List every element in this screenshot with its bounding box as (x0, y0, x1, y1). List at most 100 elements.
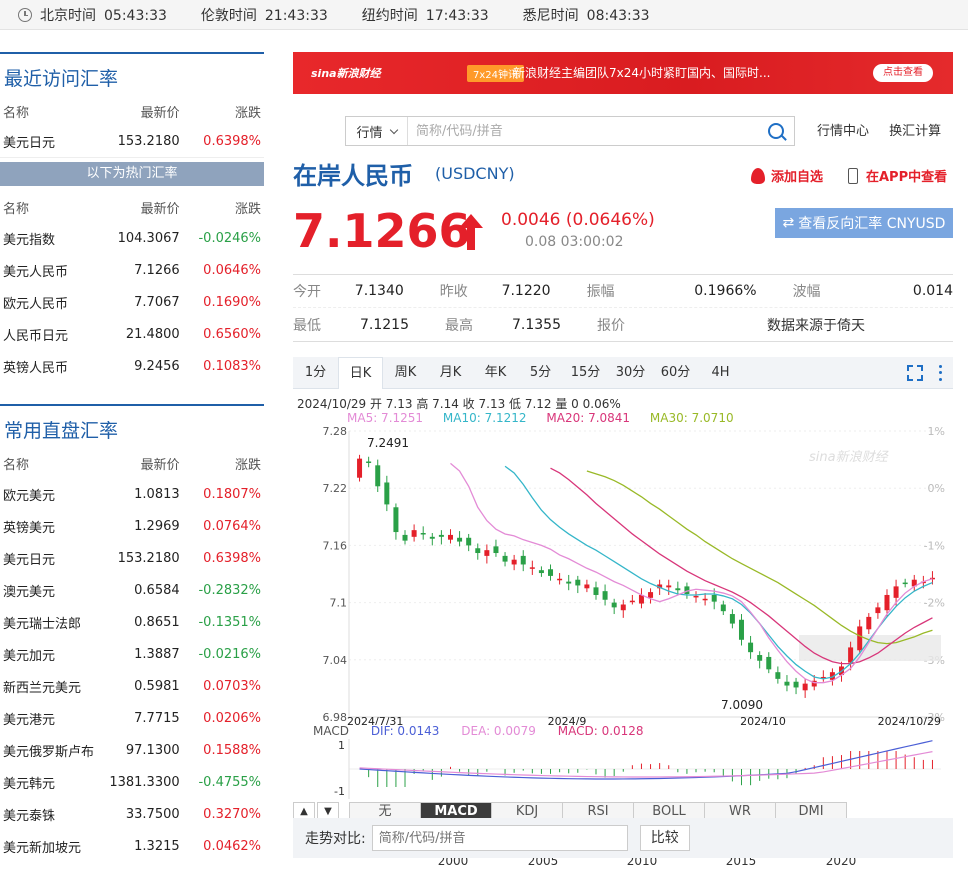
rate-name[interactable]: 英镑人民币 (3, 357, 102, 376)
rate-price: 7.7715 (134, 710, 180, 726)
recent-row[interactable]: 美元日元 153.2180 0.6398% (0, 126, 264, 158)
period-tab[interactable]: 1分 (293, 357, 338, 389)
candle-body (866, 616, 872, 630)
x-tick-label: 2024/10/29 (878, 715, 941, 725)
rate-name[interactable]: 美元人民币 (3, 261, 102, 280)
rate-change: 0.6398% (203, 550, 262, 566)
candlestick-chart[interactable]: 7.281%7.220%7.16-1%7.1-2%7.04-3%6.98-3%7… (293, 425, 953, 725)
main-content: sina新浪财经 7x24钟讯 新浪财经主编团队7x24小时紧盯国内、国际时..… (293, 52, 953, 867)
rate-name[interactable]: 美元瑞士法郎 (3, 613, 102, 632)
rate-name[interactable]: 美元指数 (3, 229, 102, 248)
exchange-calc-link[interactable]: 换汇计算 (889, 124, 941, 139)
period-tab[interactable]: 日K (338, 356, 383, 389)
reverse-rate-button[interactable]: ⇄ 查看反向汇率 CNYUSD (775, 208, 953, 238)
rate-price: 7.1266 (134, 262, 180, 278)
candle-body (857, 626, 863, 651)
search-input[interactable] (408, 117, 768, 145)
rate-name[interactable]: 美元俄罗斯卢布 (3, 741, 102, 760)
table-row[interactable]: 美元加元 1.3887 -0.0216% (0, 638, 264, 670)
candle-body (602, 591, 608, 600)
table-row[interactable]: 美元新加坡元 1.3215 0.0462% (0, 830, 264, 862)
candle-body (566, 581, 572, 584)
market-center-link[interactable]: 行情中心 (817, 124, 869, 139)
search-type-select[interactable]: 行情 (346, 117, 408, 145)
clock-newyork: 纽约时间 17:43:33 (361, 7, 489, 24)
table-row[interactable]: 人民币日元 21.4800 0.6560% (0, 318, 264, 350)
direct-rates-title: 常用直盘汇率 (0, 404, 264, 448)
rate-name[interactable]: 澳元美元 (3, 581, 102, 600)
macd-y-bottom: -1 (334, 785, 345, 798)
table-row[interactable]: 英镑人民币 9.2456 0.1083% (0, 350, 264, 382)
rate-name[interactable]: 美元加元 (3, 645, 102, 664)
period-tab[interactable]: 周K (383, 357, 428, 389)
period-tab[interactable]: 30分 (608, 357, 653, 389)
rate-name[interactable]: 人民币日元 (3, 325, 102, 344)
macd-chart[interactable]: 1 -1 (293, 739, 953, 799)
table-row[interactable]: 欧元人民币 7.7067 0.1690% (0, 286, 264, 318)
rate-price: 9.2456 (134, 358, 180, 374)
pct-tick-label: 1% (928, 425, 945, 438)
table-row[interactable]: 美元指数 104.3067 -0.0246% (0, 222, 264, 254)
period-tab[interactable]: 4H (698, 357, 743, 389)
candle-body (775, 672, 781, 679)
period-tabs: 1分 日K 周K 月K 年K 5分 15分 30分 60分 4H (293, 356, 953, 389)
table-row[interactable]: 美元泰铢 33.7500 0.3270% (0, 798, 264, 830)
y-tick-label: 7.16 (323, 539, 348, 552)
table-row[interactable]: 英镑美元 1.2969 0.0764% (0, 510, 264, 542)
ad-view-button[interactable]: 点击查看 (873, 64, 933, 82)
rate-name[interactable]: 美元韩元 (3, 773, 102, 792)
phone-icon (848, 167, 858, 184)
rate-name[interactable]: 美元新加坡元 (3, 837, 102, 856)
search-icon[interactable] (768, 123, 784, 139)
rate-price: 0.5981 (134, 678, 180, 694)
table-row[interactable]: 美元韩元 1381.3300 -0.4755% (0, 766, 264, 798)
clock-icon (18, 7, 32, 22)
period-tab[interactable]: 月K (428, 357, 473, 389)
table-row[interactable]: 美元俄罗斯卢布 97.1300 0.1588% (0, 734, 264, 766)
table-row[interactable]: 美元人民币 7.1266 0.0646% (0, 254, 264, 286)
table-row[interactable]: 美元瑞士法郎 0.8651 -0.1351% (0, 606, 264, 638)
period-tab[interactable]: 5分 (518, 357, 563, 389)
ma30-line (586, 470, 933, 645)
ad-banner[interactable]: sina新浪财经 7x24钟讯 新浪财经主编团队7x24小时紧盯国内、国际时..… (293, 52, 953, 94)
compare-button[interactable]: 比较 (639, 825, 690, 851)
rate-name[interactable]: 新西兰元美元 (3, 677, 102, 696)
rate-name[interactable]: 美元港元 (3, 709, 102, 728)
table-row[interactable]: 欧元美元 1.0813 0.1807% (0, 478, 264, 510)
compare-input[interactable] (371, 825, 628, 851)
rate-price: 0.6584 (134, 582, 180, 598)
direct-table-header: 名称 最新价 涨跌 (3, 457, 262, 473)
rate-price: 1.3215 (134, 838, 180, 854)
period-tab[interactable]: 60分 (653, 357, 698, 389)
add-favorite-button[interactable]: 添加自选 (751, 166, 823, 185)
rate-price: 21.4800 (125, 326, 180, 342)
compare-bar: 走势对比: 比较 (293, 818, 953, 858)
rate-name[interactable]: 美元日元 (3, 549, 102, 568)
candle-body (693, 595, 699, 598)
candle-body (420, 533, 426, 535)
open-in-app-button[interactable]: 在APP中查看 (848, 166, 947, 185)
y-tick-label: 7.04 (323, 654, 348, 667)
fullscreen-icon[interactable] (907, 364, 923, 381)
macd-y-top: 1 (338, 739, 345, 752)
table-row[interactable]: 新西兰元美元 0.5981 0.0703% (0, 670, 264, 702)
rate-name[interactable]: 欧元美元 (3, 485, 102, 504)
table-row[interactable]: 美元日元 153.2180 0.6398% (0, 542, 264, 574)
ma20-label: MA20: 7.0841 (546, 411, 631, 425)
rate-name[interactable]: 美元泰铢 (3, 805, 102, 824)
rate-price: 1.2969 (134, 518, 180, 534)
rate-name[interactable]: 欧元人民币 (3, 293, 102, 312)
y-tick-label: 7.1 (330, 597, 348, 610)
more-options-icon[interactable] (939, 364, 943, 381)
period-tab[interactable]: 15分 (563, 357, 608, 389)
table-row[interactable]: 美元港元 7.7715 0.0206% (0, 702, 264, 734)
rate-name[interactable]: 英镑美元 (3, 517, 102, 536)
rate-change: -0.1351% (198, 614, 262, 630)
table-row[interactable]: 澳元美元 0.6584 -0.2832% (0, 574, 264, 606)
rate-change: -0.2832% (198, 582, 262, 598)
period-tab[interactable]: 年K (473, 357, 518, 389)
recent-table-header: 名称 最新价 涨跌 (3, 105, 262, 121)
rate-price: 1.0813 (134, 486, 180, 502)
candle-body (584, 584, 590, 589)
ad-text[interactable]: 新浪财经主编团队7x24小时紧盯国内、国际时... (513, 64, 770, 81)
